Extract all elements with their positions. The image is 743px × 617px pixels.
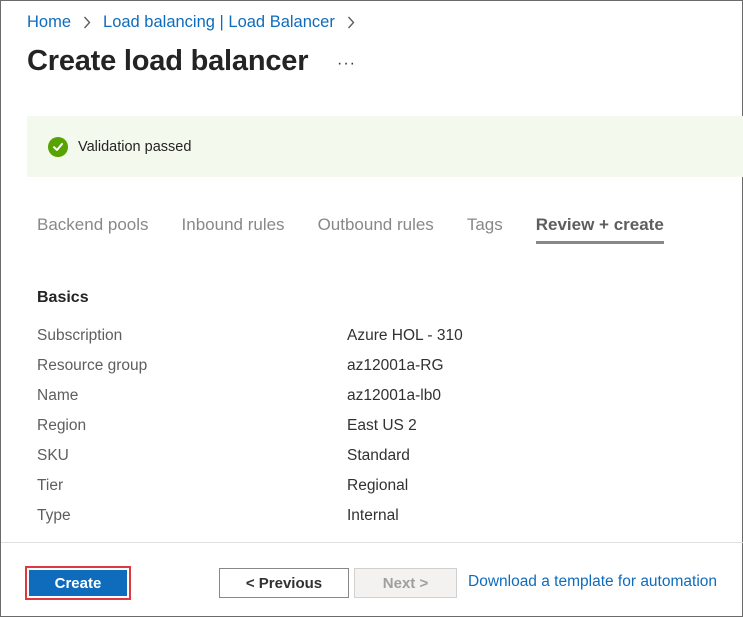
footer-divider [1,542,743,543]
breadcrumb-load-balancing-link[interactable]: Load balancing | Load Balancer [103,13,335,32]
checkmark-circle-icon [48,136,68,157]
tab-tags[interactable]: Tags [467,215,503,244]
breadcrumb: Home Load balancing | Load Balancer [27,13,367,32]
tab-outbound-rules[interactable]: Outbound rules [318,215,434,244]
more-options-icon[interactable]: ··· [337,55,356,73]
summary-label: Region [37,417,87,434]
tab-review-create[interactable]: Review + create [535,215,664,244]
chevron-right-icon [347,16,355,29]
create-load-balancer-window: Home Load balancing | Load Balancer Crea… [0,0,743,617]
summary-value: Azure HOL - 310 [347,327,463,344]
summary-label: Tier [37,477,64,494]
validation-status-text: Validation passed [78,138,192,155]
summary-label: SKU [37,447,69,464]
summary-value: az12001a-lb0 [347,387,441,404]
create-button-highlight: Create [25,566,131,600]
basics-section-title: Basics [37,289,89,306]
summary-value: East US 2 [347,417,417,434]
summary-label: Type [37,507,71,524]
summary-value: az12001a-RG [347,357,444,374]
download-template-link[interactable]: Download a template for automation [468,573,717,591]
validation-banner: Validation passed [27,116,743,177]
summary-value: Internal [347,507,399,524]
page-title: Create load balancer [27,45,309,77]
wizard-tabs: Backend pools Inbound rules Outbound rul… [37,215,697,244]
summary-value: Standard [347,447,410,464]
tab-backend-pools[interactable]: Backend pools [37,215,149,244]
create-button[interactable]: Create [29,570,127,596]
next-button: Next > [354,568,457,598]
chevron-right-icon [83,16,91,29]
summary-label: Subscription [37,327,123,344]
summary-value: Regional [347,477,409,494]
breadcrumb-home-link[interactable]: Home [27,13,71,32]
summary-label: Name [37,387,79,404]
tab-inbound-rules[interactable]: Inbound rules [182,215,285,244]
previous-button[interactable]: < Previous [219,568,349,598]
summary-label: Resource group [37,357,148,374]
